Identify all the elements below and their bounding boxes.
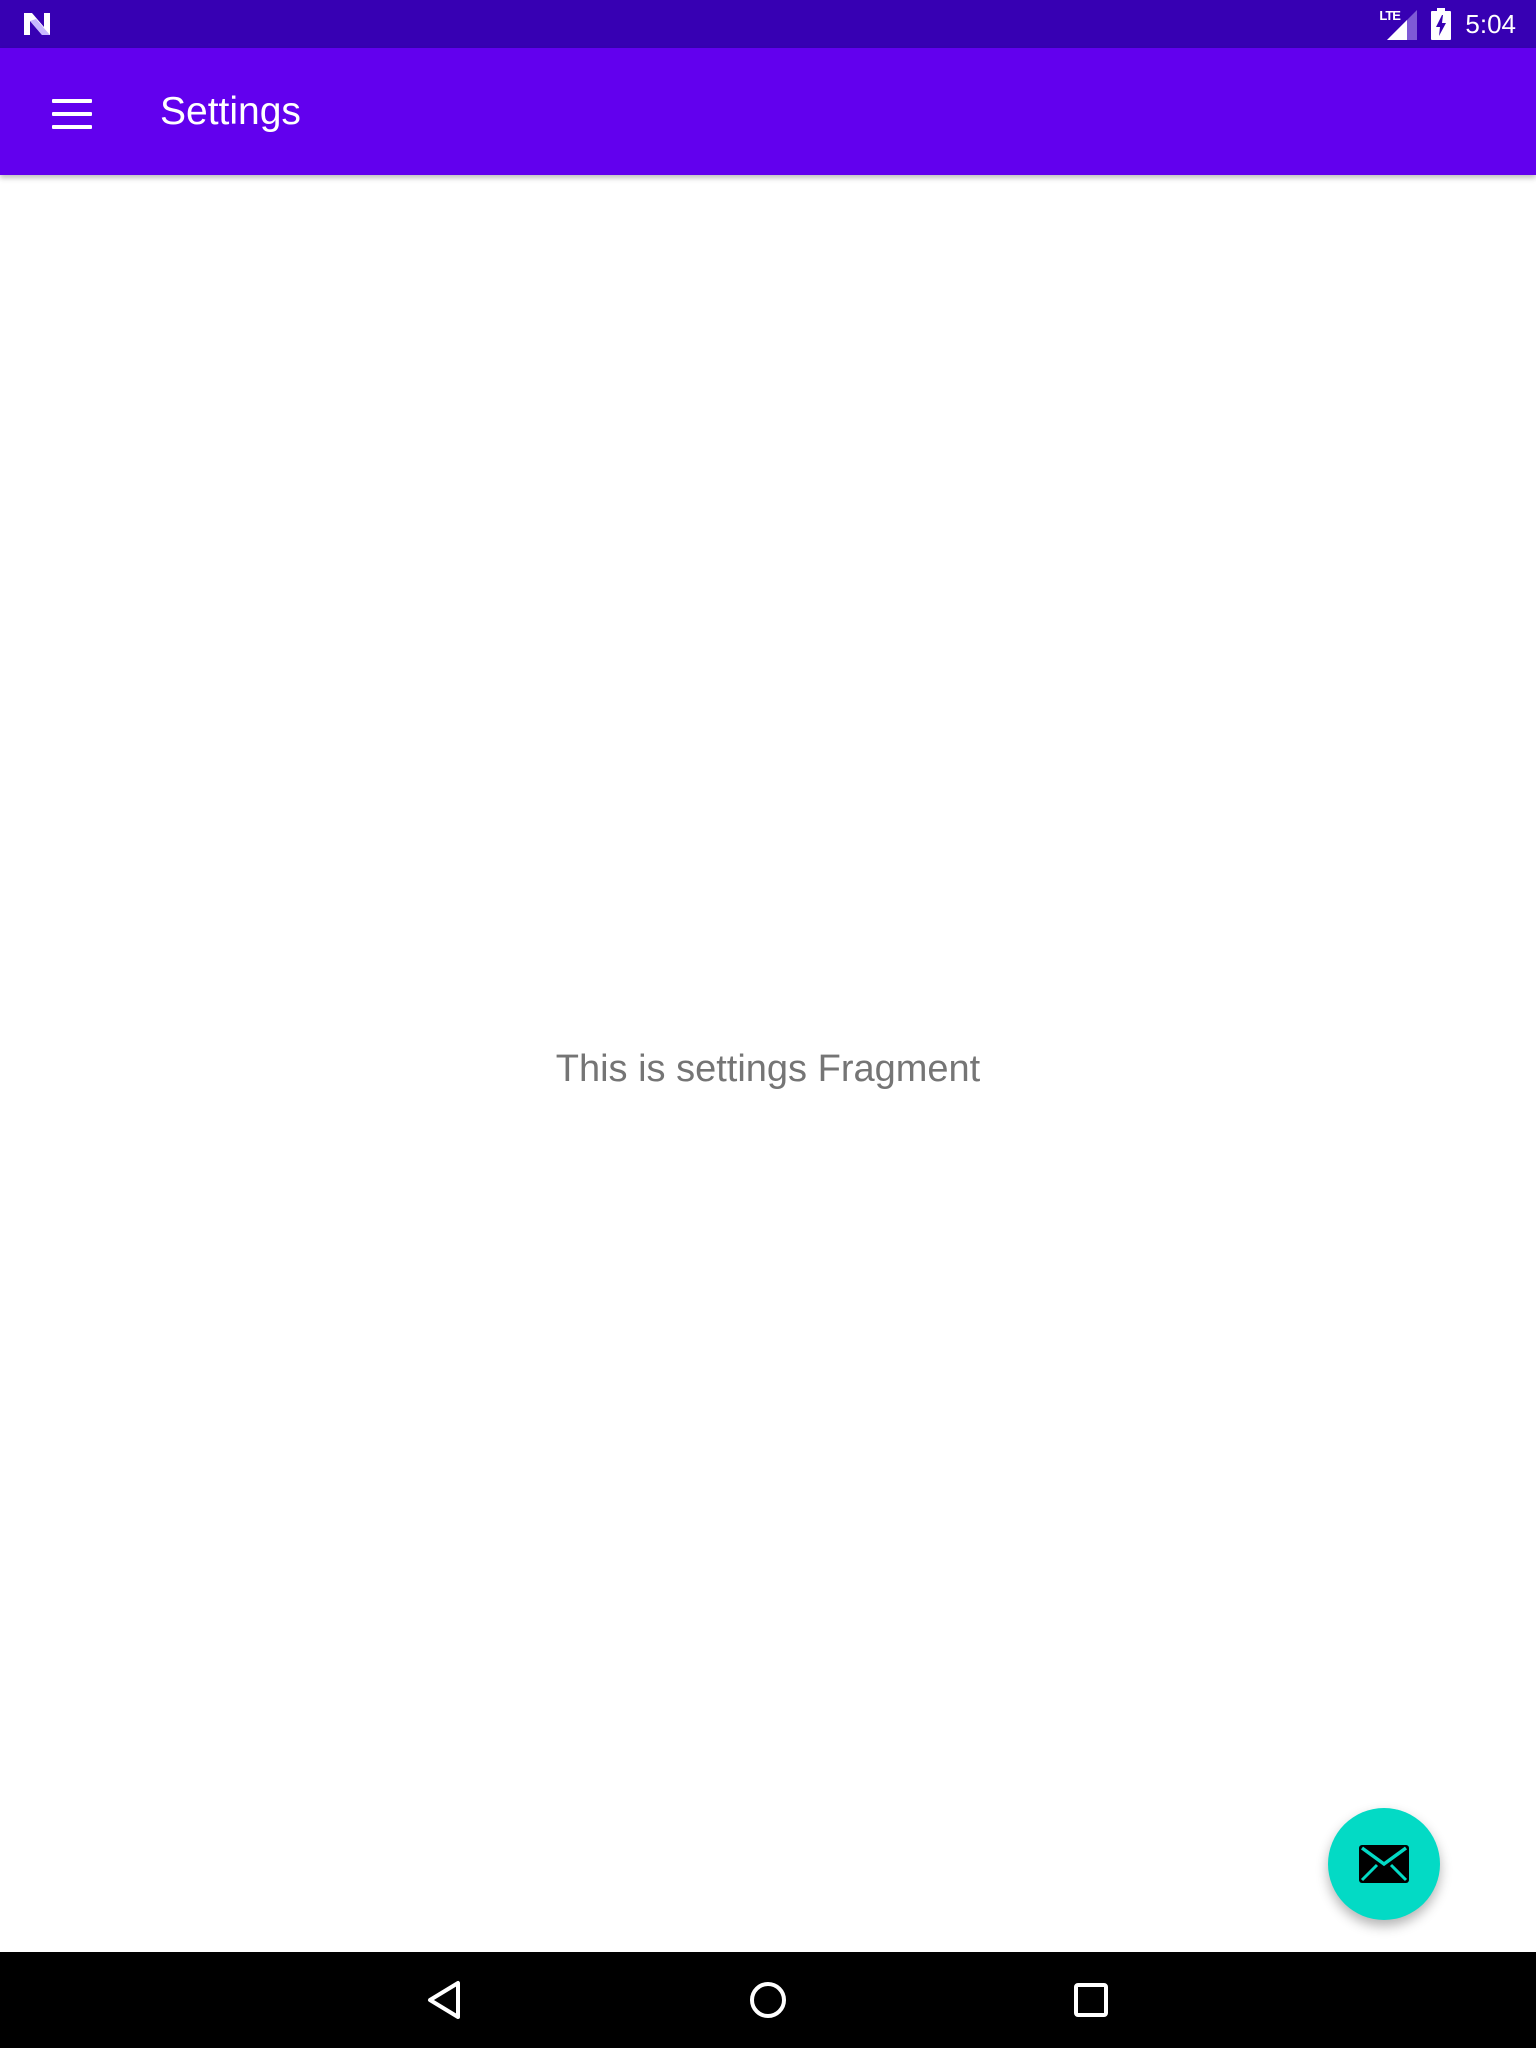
recents-button[interactable] — [1061, 1970, 1121, 2030]
home-button[interactable] — [738, 1970, 798, 2030]
network-indicator: LTE — [1379, 8, 1418, 40]
notification-n-icon — [24, 13, 50, 35]
battery-charging-icon — [1431, 8, 1452, 40]
navigation-drawer-button[interactable] — [36, 78, 108, 150]
screen: LTE 5:04 Settings This is settings Fragm… — [0, 0, 1536, 2048]
mail-icon — [1359, 1845, 1409, 1883]
page-title: Settings — [160, 90, 301, 133]
home-icon — [750, 1982, 786, 2018]
back-button[interactable] — [414, 1970, 474, 2030]
back-icon — [428, 1981, 460, 2019]
status-time: 5:04 — [1465, 8, 1516, 39]
system-navigation-bar — [0, 1952, 1536, 2048]
email-fab-button[interactable] — [1328, 1808, 1440, 1920]
status-bar: LTE 5:04 — [0, 0, 1536, 48]
fragment-message: This is settings Fragment — [555, 1048, 981, 1090]
app-bar: Settings — [0, 48, 1536, 175]
status-icons: LTE 5:04 — [1379, 0, 1516, 48]
network-type-label: LTE — [1379, 8, 1401, 23]
recents-icon — [1074, 1983, 1108, 2017]
hamburger-menu-icon — [52, 99, 92, 129]
